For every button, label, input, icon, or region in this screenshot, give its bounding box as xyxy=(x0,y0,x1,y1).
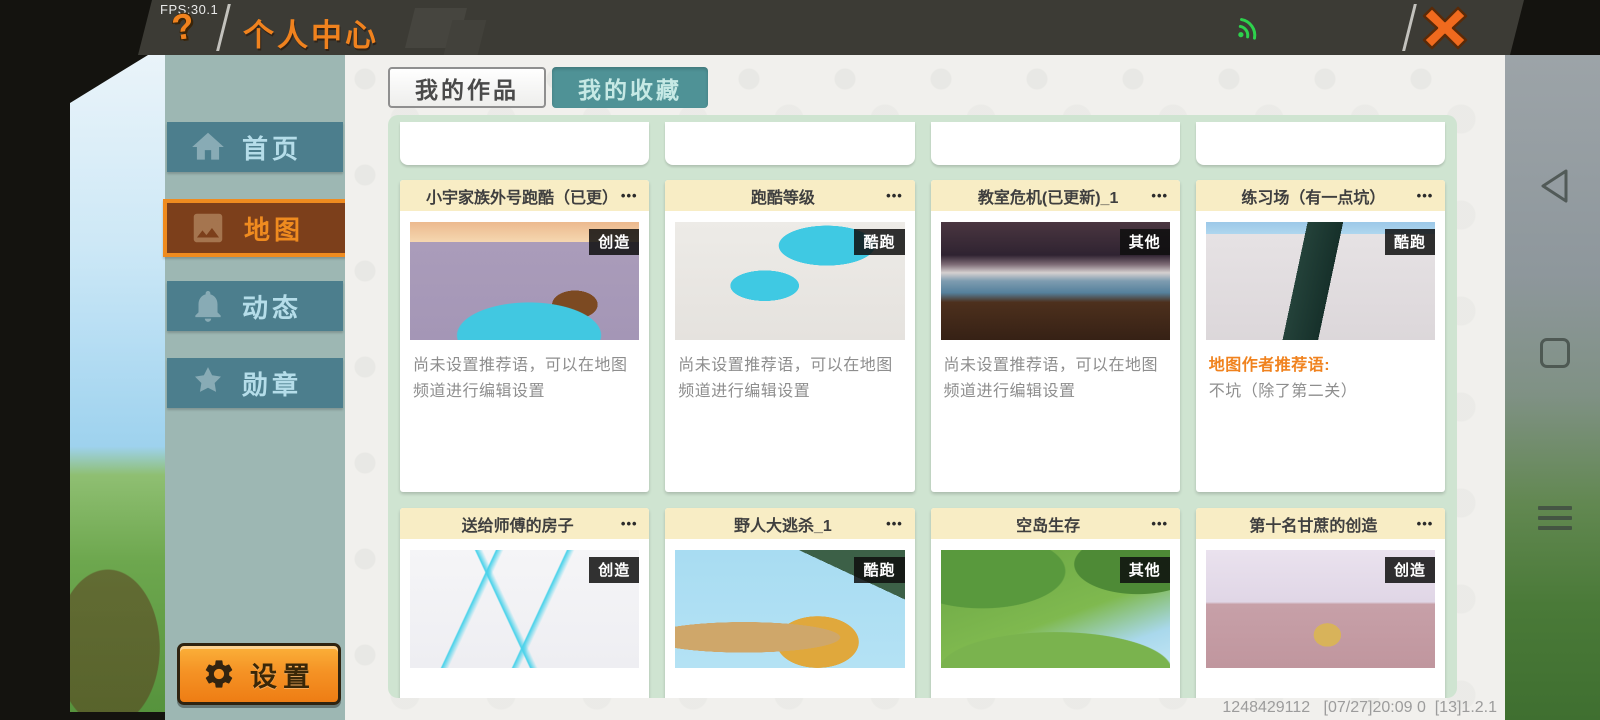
map-description: 尚未设置推荐语，可以在地图频道进行编辑设置 xyxy=(413,353,636,404)
map-thumbnail[interactable]: 创造 xyxy=(410,550,639,668)
map-card-title: 送给师傅的房子 xyxy=(400,512,609,536)
map-card[interactable]: 空岛生存••• 其他 xyxy=(931,508,1180,698)
more-options-icon[interactable]: ••• xyxy=(1140,516,1180,531)
author-recommendation-label: 地图作者推荐语: xyxy=(1209,353,1432,379)
map-card-header: 跑酷等级••• xyxy=(665,180,914,211)
map-thumbnail[interactable]: 其他 xyxy=(941,550,1170,668)
map-card-header: 小宇家族外号跑酷（已更）••• xyxy=(400,180,649,211)
map-type-badge: 酷跑 xyxy=(854,229,904,255)
sidebar-item-label: 动态 xyxy=(227,288,317,325)
map-card-header: 教室危机(已更新)_1••• xyxy=(931,180,1180,211)
map-thumbnail[interactable]: 创造 xyxy=(1206,550,1435,668)
sidebar-item-label: 勋章 xyxy=(227,365,317,402)
map-thumbnail[interactable]: 创造 xyxy=(410,222,639,340)
tab-my-works[interactable]: 我的作品 xyxy=(388,67,546,108)
map-description: 地图作者推荐语:不坑（除了第二关） xyxy=(1209,353,1432,404)
map-card[interactable]: 练习场（有一点坑）••• 酷跑地图作者推荐语:不坑（除了第二关） xyxy=(1196,180,1445,492)
sidebar-item-map[interactable]: 地图 xyxy=(163,199,351,257)
sidebar-item-label: 地图 xyxy=(227,210,321,247)
map-card-title: 小宇家族外号跑酷（已更） xyxy=(400,184,609,208)
map-card-partial[interactable] xyxy=(931,122,1180,165)
bottom-black-strip xyxy=(0,712,168,720)
map-icon xyxy=(189,209,227,247)
android-back-icon[interactable] xyxy=(1538,168,1570,204)
map-card-title: 野人大逃杀_1 xyxy=(665,512,874,536)
map-card-header: 野人大逃杀_1••• xyxy=(665,508,914,539)
more-options-icon[interactable]: ••• xyxy=(1140,188,1180,203)
more-options-icon[interactable]: ••• xyxy=(1405,188,1445,203)
map-card-title: 第十名甘蔗的创造 xyxy=(1196,512,1405,536)
more-options-icon[interactable]: ••• xyxy=(875,516,915,531)
map-thumbnail[interactable]: 其他 xyxy=(941,222,1170,340)
close-icon[interactable] xyxy=(1420,4,1470,52)
card-row: 送给师傅的房子•••创造野人大逃杀_1•••酷跑空岛生存•••其他第十名甘蔗的创… xyxy=(400,508,1445,698)
map-type-badge: 酷跑 xyxy=(854,557,904,583)
status-bar-text: 1248429112 [07/27]20:09 0 [13]1.2.1 xyxy=(1222,699,1497,717)
settings-button[interactable]: 设置 xyxy=(177,643,341,705)
map-card[interactable]: 野人大逃杀_1••• 酷跑 xyxy=(665,508,914,698)
more-options-icon[interactable]: ••• xyxy=(1405,516,1445,531)
settings-label: 设置 xyxy=(250,655,316,694)
network-signal-icon xyxy=(1236,17,1262,41)
map-thumbnail[interactable]: 酷跑 xyxy=(1206,222,1435,340)
bell-icon xyxy=(189,287,227,325)
sidebar-item-home[interactable]: 首页 xyxy=(167,122,343,172)
more-options-icon[interactable]: ••• xyxy=(875,188,915,203)
map-card[interactable]: 教室危机(已更新)_1••• 其他尚未设置推荐语，可以在地图频道进行编辑设置 xyxy=(931,180,1180,492)
map-thumbnail[interactable]: 酷跑 xyxy=(675,550,904,668)
sidebar-item-bell[interactable]: 动态 xyxy=(167,281,343,331)
map-card-header: 空岛生存••• xyxy=(931,508,1180,539)
sidebar-item-medal[interactable]: 勋章 xyxy=(167,358,343,408)
sidebar-item-label: 首页 xyxy=(227,129,317,166)
map-card-partial[interactable] xyxy=(1196,122,1445,165)
more-options-icon[interactable]: ••• xyxy=(609,188,649,203)
map-thumbnail[interactable]: 酷跑 xyxy=(675,222,904,340)
map-type-badge: 其他 xyxy=(1120,229,1170,255)
sidebar: 首页地图动态勋章 设置 xyxy=(165,55,345,720)
map-card[interactable]: 送给师傅的房子••• 创造 xyxy=(400,508,649,698)
more-options-icon[interactable]: ••• xyxy=(609,516,649,531)
gear-icon xyxy=(202,657,236,691)
map-card[interactable]: 第十名甘蔗的创造••• 创造 xyxy=(1196,508,1445,698)
tab-my-favorites[interactable]: 我的收藏 xyxy=(552,67,708,108)
map-description: 尚未设置推荐语，可以在地图频道进行编辑设置 xyxy=(944,353,1167,404)
scrolled-card-row xyxy=(400,122,1445,165)
map-card-grid[interactable]: 小宇家族外号跑酷（已更）•••创造尚未设置推荐语，可以在地图频道进行编辑设置跑酷… xyxy=(388,115,1457,698)
map-card-title: 教室危机(已更新)_1 xyxy=(931,184,1140,208)
top-bar: FPS:30.1 ? 个人中心 xyxy=(0,0,1600,55)
game-world-background-left xyxy=(70,0,165,720)
map-card-partial[interactable] xyxy=(665,122,914,165)
map-type-badge: 创造 xyxy=(589,557,639,583)
map-type-badge: 创造 xyxy=(589,229,639,255)
map-card-title: 跑酷等级 xyxy=(665,184,874,208)
home-icon xyxy=(189,128,227,166)
map-description: 尚未设置推荐语，可以在地图频道进行编辑设置 xyxy=(678,353,901,404)
map-card-header: 送给师傅的房子••• xyxy=(400,508,649,539)
map-card[interactable]: 跑酷等级••• 酷跑尚未设置推荐语，可以在地图频道进行编辑设置 xyxy=(665,180,914,492)
map-card-title: 空岛生存 xyxy=(931,512,1140,536)
android-recents-icon[interactable] xyxy=(1538,506,1572,536)
android-home-icon[interactable] xyxy=(1540,338,1570,368)
map-card-title: 练习场（有一点坑） xyxy=(1196,184,1405,208)
page-title: 个人中心 xyxy=(243,10,379,55)
game-world-background-right xyxy=(1505,0,1600,720)
map-card-header: 练习场（有一点坑）••• xyxy=(1196,180,1445,211)
personal-center-screen: FPS:30.1 ? 个人中心 首页地图动态勋章 设置 我的作品 我的收藏 xyxy=(0,0,1600,720)
map-card[interactable]: 小宇家族外号跑酷（已更）••• 创造尚未设置推荐语，可以在地图频道进行编辑设置 xyxy=(400,180,649,492)
map-type-badge: 其他 xyxy=(1120,557,1170,583)
card-row: 小宇家族外号跑酷（已更）•••创造尚未设置推荐语，可以在地图频道进行编辑设置跑酷… xyxy=(400,180,1445,492)
main-panel: 我的作品 我的收藏 小宇家族外号跑酷（已更）•••创造尚未设置推荐语，可以在地图… xyxy=(345,55,1505,720)
medal-icon xyxy=(189,364,227,402)
map-type-badge: 酷跑 xyxy=(1385,229,1435,255)
map-card-header: 第十名甘蔗的创造••• xyxy=(1196,508,1445,539)
map-type-badge: 创造 xyxy=(1385,557,1435,583)
map-card-partial[interactable] xyxy=(400,122,649,165)
